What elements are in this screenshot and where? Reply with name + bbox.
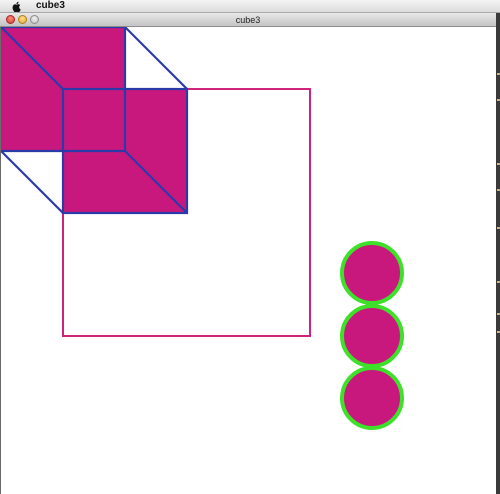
app-menu-name[interactable]: cube3: [36, 0, 65, 12]
window-title-bar[interactable]: cube3: [0, 13, 496, 27]
desktop-screen: cube3 cube3: [0, 0, 500, 494]
cube-connector-bottom-left: [1, 150, 64, 214]
sketch-canvas[interactable]: [0, 27, 496, 494]
cube-connector-top-right: [124, 27, 188, 90]
apple-menu-icon[interactable]: [11, 0, 23, 12]
background-window-edge[interactable]: [496, 13, 500, 494]
circle-middle: [340, 304, 404, 368]
circle-top: [340, 241, 404, 305]
window-title: cube3: [235, 15, 261, 25]
circle-bottom: [340, 366, 404, 430]
menu-bar: cube3: [0, 0, 500, 13]
sketch-drawing: [1, 27, 404, 430]
